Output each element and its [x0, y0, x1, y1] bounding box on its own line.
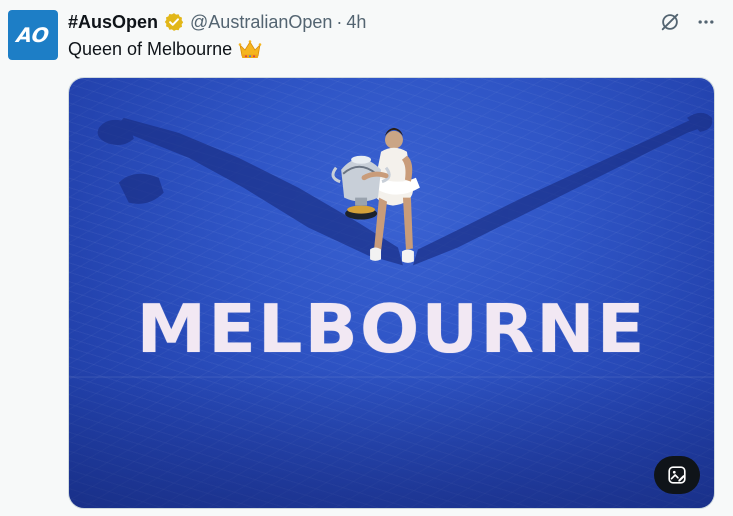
image-edit-icon	[668, 466, 686, 484]
crown-emoji	[238, 40, 262, 58]
grok-button[interactable]	[658, 10, 682, 34]
tweet-header: #AusOpen @AustralianOpen · 4h	[68, 10, 366, 34]
tweet-text-content: Queen of Melbourne	[68, 38, 233, 59]
tweet[interactable]: AO #AusOpen @AustralianOpen · 4h Queen o…	[0, 0, 733, 516]
separator: ·	[336, 11, 343, 32]
more-button[interactable]	[694, 10, 718, 34]
grok-icon	[661, 13, 679, 31]
tweet-text: Queen of Melbourne	[68, 38, 262, 60]
image-edit-button[interactable]	[654, 456, 700, 494]
verified-badge-icon	[164, 13, 184, 31]
court-lettering: MELBOURNE	[136, 290, 647, 368]
display-name[interactable]: #AusOpen	[68, 12, 158, 33]
more-icon	[698, 20, 714, 24]
avatar-logo-text: AO	[15, 23, 51, 47]
avatar[interactable]: AO	[8, 10, 58, 60]
handle[interactable]: @AustralianOpen	[190, 12, 332, 33]
timestamp[interactable]: 4h	[346, 12, 366, 33]
tweet-media-image[interactable]: MELBOURNE	[68, 77, 715, 509]
